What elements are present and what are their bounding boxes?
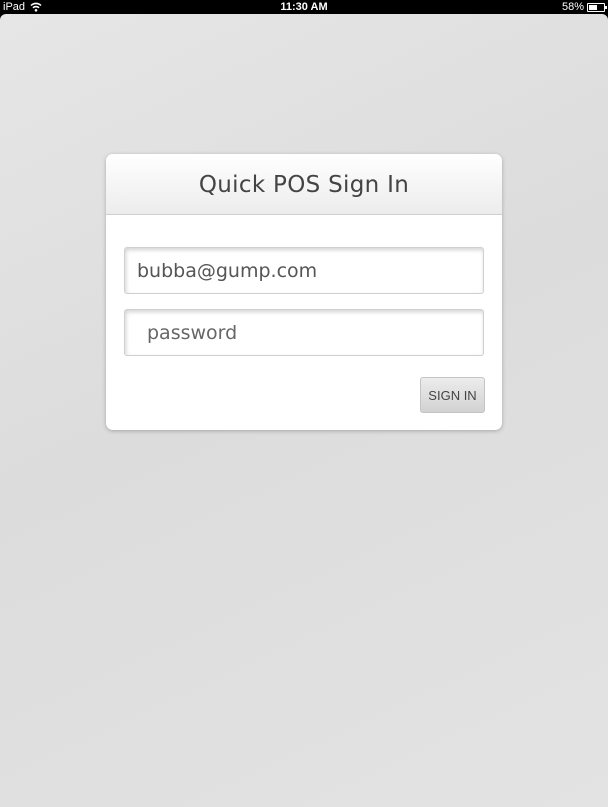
login-card-header: Quick POS Sign In xyxy=(106,154,502,215)
battery-percent: 58% xyxy=(561,1,584,13)
battery-icon xyxy=(587,2,607,12)
login-card: Quick POS Sign In SIGN IN xyxy=(106,154,502,430)
status-bar: iPad 11:30 AM 58% xyxy=(0,0,608,14)
email-field[interactable] xyxy=(124,247,484,294)
battery-fill xyxy=(589,4,598,10)
app-screen: Quick POS Sign In SIGN IN xyxy=(0,14,608,807)
sign-in-button[interactable]: SIGN IN xyxy=(420,377,485,413)
status-time: 11:30 AM xyxy=(280,1,328,13)
login-title: Quick POS Sign In xyxy=(198,172,410,198)
password-field[interactable] xyxy=(124,309,484,356)
status-right: 58% xyxy=(561,0,607,14)
